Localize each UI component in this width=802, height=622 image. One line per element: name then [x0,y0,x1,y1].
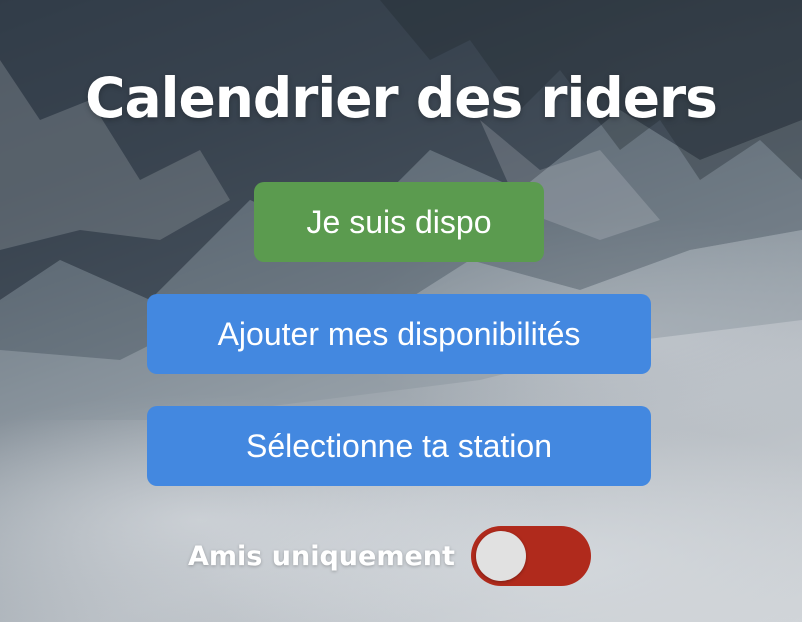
friends-only-label: Amis uniquement [188,540,455,572]
add-availability-button[interactable]: Ajouter mes disponibilités [147,294,651,374]
page-title: Calendrier des riders [85,65,718,130]
toggle-knob[interactable] [475,531,526,581]
je-suis-dispo-button[interactable]: Je suis dispo [254,182,544,262]
friends-only-toggle[interactable] [470,526,591,586]
select-station-button[interactable]: Sélectionne ta station [147,406,651,486]
friends-only-filter: Amis uniquement [188,526,591,586]
